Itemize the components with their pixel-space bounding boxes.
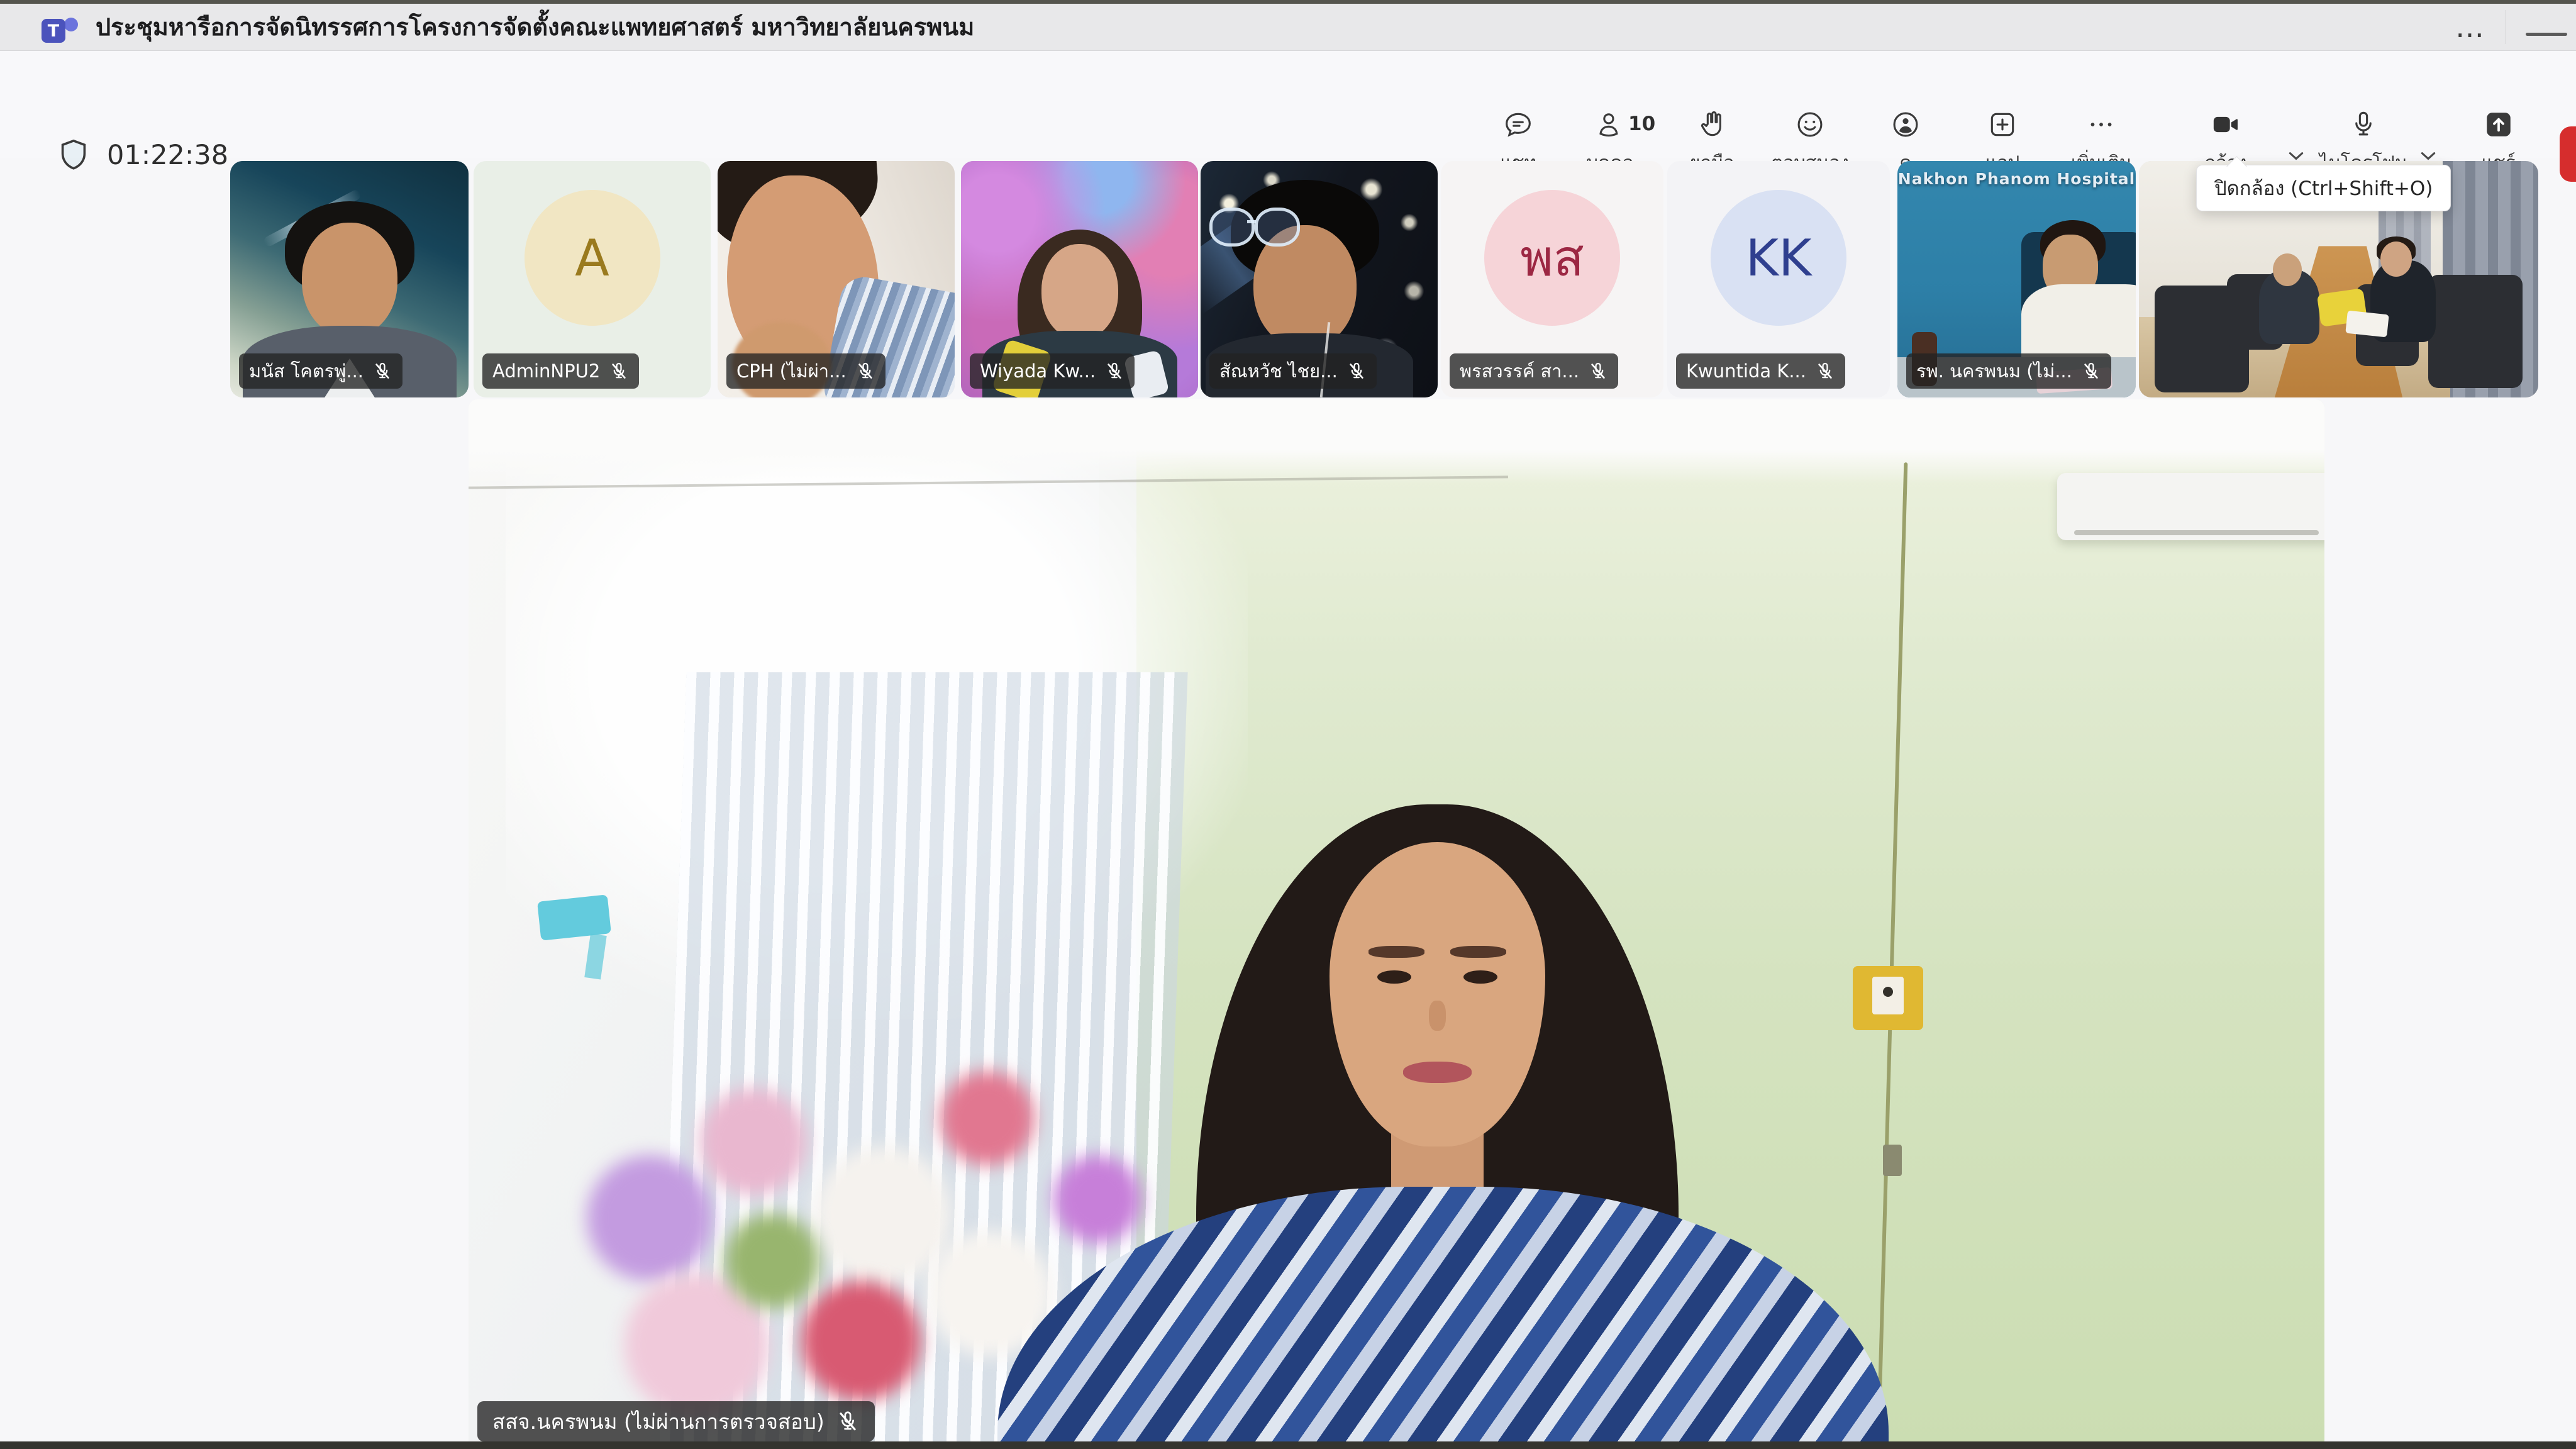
mic-off-icon xyxy=(1588,361,1608,381)
name-tag: รพ. นครพนม (ไม่... xyxy=(1906,353,2111,389)
name-tag: สัณหวัช ไชย... xyxy=(1209,353,1377,389)
react-smiley-icon xyxy=(1794,109,1826,140)
mic-off-icon xyxy=(855,361,875,381)
main-name-tag: สสจ.นครพนม (ไม่ผ่านการตรวจสอบ) xyxy=(477,1401,875,1441)
chat-icon xyxy=(1502,109,1534,140)
mic-off-icon xyxy=(836,1409,860,1433)
avatar: พส xyxy=(1484,190,1620,326)
view-icon xyxy=(1890,109,1921,140)
teams-logo-icon: T xyxy=(42,15,77,47)
main-video-stage: สสจ.นครพนม (ไม่ผ่านการตรวจสอบ) xyxy=(469,399,2324,1449)
teams-meeting-window: T ประชุมหารือการจัดนิทรรศการโครงการจัดตั… xyxy=(0,0,2576,1449)
name-tag: พรสวรรค์ สา... xyxy=(1450,353,1618,389)
more-dots-icon xyxy=(2085,109,2117,140)
window-more-button[interactable]: … xyxy=(2446,4,2497,50)
mic-off-icon xyxy=(1815,361,1835,381)
window-minimize-button[interactable] xyxy=(2526,33,2567,36)
meeting-timer: 01:22:38 xyxy=(107,102,228,209)
camera-tooltip: ปิดกล้อง (Ctrl+Shift+O) xyxy=(2196,165,2451,211)
participant-tile-cph[interactable]: CPH (ไม่ผ่า... xyxy=(718,161,955,397)
microphone-icon xyxy=(2348,109,2379,140)
hospital-backdrop-text: Nakhon Phanom Hospital xyxy=(1897,170,2136,188)
title-bar: T ประชุมหารือการจัดนิทรรศการโครงการจัดตั… xyxy=(0,4,2576,51)
security-shield-icon xyxy=(55,136,92,173)
mic-off-icon xyxy=(1104,361,1124,381)
camera-on-icon xyxy=(2210,109,2241,140)
name-tag: มนัส โคตรพู่... xyxy=(239,353,402,389)
participant-tile-manat[interactable]: มนัส โคตรพู่... xyxy=(230,161,469,397)
mic-off-icon xyxy=(1346,361,1367,381)
participant-tile-sanhawat[interactable]: สัณหวัช ไชย... xyxy=(1201,161,1438,397)
air-conditioner xyxy=(2057,473,2324,540)
wall-box xyxy=(1853,966,1923,1030)
people-count-badge: 10 xyxy=(1628,113,1655,135)
participant-tile-wiyada[interactable]: Wiyada Kw... xyxy=(961,161,1198,397)
name-tag: Wiyada Kw... xyxy=(970,353,1135,389)
mic-off-icon xyxy=(609,361,629,381)
meeting-toolbar: 01:22:38 แชท 10 บุคคล xyxy=(0,51,2576,158)
bottom-bezel xyxy=(0,1441,2576,1449)
participant-tile-kwuntida[interactable]: KK Kwuntida K... xyxy=(1667,161,1890,397)
name-tag: AdminNPU2 xyxy=(482,353,639,389)
share-icon xyxy=(2483,109,2514,140)
cyan-tape xyxy=(537,894,611,940)
tooltip-text: ปิดกล้อง (Ctrl+Shift+O) xyxy=(2214,172,2433,204)
participant-tile-pornsawan[interactable]: พส พรสวรรค์ สา... xyxy=(1441,161,1663,397)
people-icon: 10 xyxy=(1594,109,1626,140)
leave-button[interactable] xyxy=(2560,126,2576,182)
participant-tile-adminnpu2[interactable]: A AdminNPU2 xyxy=(474,161,711,397)
participant-tile-hospital[interactable]: Nakhon Phanom Hospital รพ. นครพนม (ไม่..… xyxy=(1897,161,2136,397)
apps-icon xyxy=(1987,109,2018,140)
raise-hand-icon xyxy=(1696,109,1728,140)
main-name-label: สสจ.นครพนม (ไม่ผ่านการตรวจสอบ) xyxy=(492,1405,824,1438)
name-tag: Kwuntida K... xyxy=(1676,353,1845,389)
mic-off-icon xyxy=(372,361,392,381)
avatar: A xyxy=(525,190,660,326)
name-tag: CPH (ไม่ผ่า... xyxy=(726,353,886,389)
mic-off-icon xyxy=(2081,361,2101,381)
speaker-face xyxy=(1330,842,1545,1146)
meeting-title: ประชุมหารือการจัดนิทรรศการโครงการจัดตั้ง… xyxy=(96,4,974,50)
avatar: KK xyxy=(1711,190,1846,326)
